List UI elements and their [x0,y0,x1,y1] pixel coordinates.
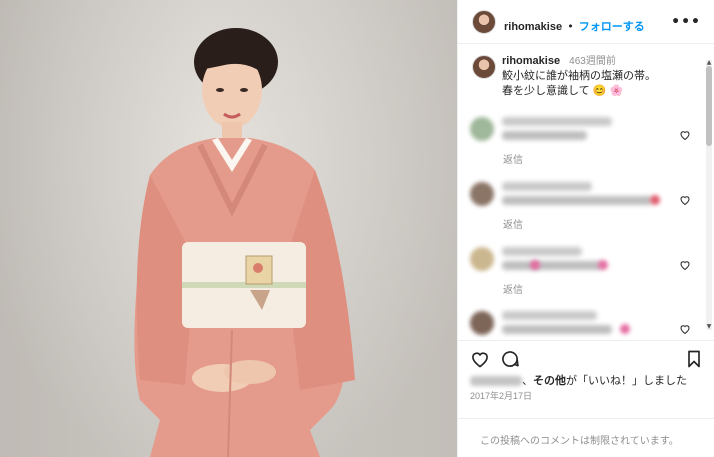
caption-time[interactable]: 463週間前 [569,56,616,67]
liker-username-blurred[interactable] [470,376,522,387]
comment-item: 返信 [470,245,695,301]
reply-button[interactable]: 返信 [503,281,523,296]
heart-icon[interactable] [679,323,691,335]
comment-item: 返信 [470,309,695,338]
comment-icon[interactable] [500,349,520,369]
likes-suffix: が「いいね！」しました [566,375,687,387]
comment-username-blurred [502,311,597,320]
comment-text-blurred [502,261,602,270]
comment-username-blurred [502,247,582,256]
post-photo[interactable] [0,0,457,457]
caption-line-2: 春を少し意識して 😊 🌸 [502,84,702,99]
comment-item: 返信 [470,180,695,236]
comment-username-blurred [502,117,612,126]
comment-avatar[interactable] [470,247,494,271]
comment-emoji-blurred [530,260,540,270]
reply-button[interactable]: 返信 [503,151,523,166]
header-meta: rihomakise • フォローする [504,15,645,34]
bookmark-icon[interactable] [684,349,704,369]
comment-text-blurred [502,196,652,205]
kimono-woman-illustration [134,28,355,457]
reply-button[interactable]: 返信 [503,216,523,231]
comment-text-blurred [502,325,612,334]
caption-line-1: 鮫小紋に誰が袖柄の塩瀬の帯。 [502,70,656,82]
comment-username-blurred [502,182,592,191]
header-username[interactable]: rihomakise [504,21,562,33]
comment-avatar[interactable] [470,182,494,206]
comments-disabled-notice: この投稿へのコメントは制限されています。 [480,436,679,447]
likes-others-link[interactable]: その他 [533,375,566,387]
scrollbar-thumb[interactable] [706,66,712,146]
avatar[interactable] [472,10,496,34]
comments-area: rihomakise 463週間前 鮫小紋に誰が袖柄の塩瀬の帯。 春を少し意識し… [458,45,714,338]
comment-avatar[interactable] [470,311,494,335]
caption-username[interactable]: rihomakise [502,55,560,67]
comment-avatar[interactable] [470,117,494,141]
follow-button[interactable]: フォローする [579,21,645,33]
post-date[interactable]: 2017年2月17日 [470,389,532,402]
likes-conjunction: 、 [522,375,533,387]
heart-icon[interactable] [679,259,691,271]
comment-footer: この投稿へのコメントは制限されています。 [458,418,714,457]
comment-emoji-blurred [620,324,630,334]
comment-text-blurred [502,131,587,140]
post-side-panel: rihomakise • フォローする ••• rihomakise 463週間… [457,0,714,457]
post-header: rihomakise • フォローする ••• [458,0,714,44]
like-heart-icon[interactable] [470,349,490,369]
more-icon[interactable]: ••• [671,14,701,30]
scroll-up-arrow-icon[interactable]: ▲ [706,60,712,66]
heart-icon[interactable] [679,129,691,141]
caption: rihomakise 463週間前 鮫小紋に誰が袖柄の塩瀬の帯。 春を少し意識し… [502,54,702,99]
comment-emoji-blurred [650,195,660,205]
comment-item: 返信 [470,115,695,171]
header-separator: • [567,20,574,33]
scroll-down-arrow-icon[interactable]: ▼ [706,324,712,330]
caption-emojis: 😊 🌸 [592,85,624,97]
caption-line-2-text: 春を少し意識して [502,85,590,97]
comment-emoji-blurred [598,260,608,270]
heart-icon[interactable] [679,194,691,206]
caption-avatar[interactable] [472,55,496,79]
post-actions [458,340,714,370]
likes-summary: 、その他が「いいね！」しました [470,372,687,388]
comments-scrollbar[interactable]: ▲ ▼ [706,60,712,330]
